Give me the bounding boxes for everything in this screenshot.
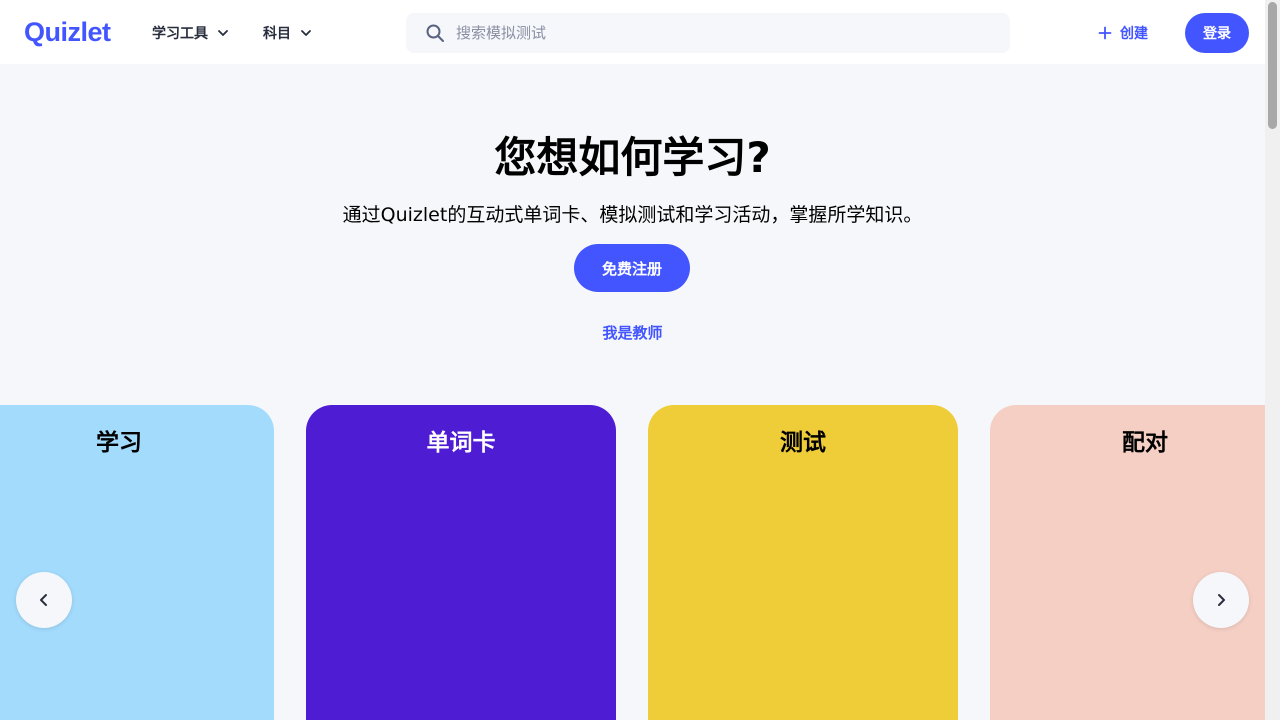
card-learn[interactable]: 学习	[0, 405, 274, 720]
card-match[interactable]: 配对	[990, 405, 1280, 720]
nav-study-tools-label: 学习工具	[152, 26, 208, 42]
plus-icon	[1098, 26, 1112, 40]
card-flashcards[interactable]: 单词卡	[306, 405, 616, 720]
nav-subjects-label: 科目	[263, 26, 291, 42]
top-navigation: Quizlet 学习工具 科目 创建	[0, 0, 1265, 64]
carousel-next-button[interactable]	[1193, 572, 1249, 628]
search-icon	[426, 24, 444, 42]
vertical-scrollbar[interactable]	[1265, 0, 1280, 720]
search-bar[interactable]	[406, 13, 1010, 53]
page: Quizlet 学习工具 科目 创建	[0, 0, 1280, 720]
hero-title: 您想如何学习?	[494, 133, 771, 182]
quizlet-logo[interactable]: Quizlet	[24, 14, 111, 50]
nav-subjects[interactable]: 科目	[263, 20, 313, 46]
create-button[interactable]: 创建	[1098, 20, 1148, 46]
card-match-label: 配对	[1122, 430, 1168, 456]
card-learn-label: 学习	[96, 430, 142, 456]
card-test-label: 测试	[780, 430, 826, 456]
teacher-link[interactable]: 我是教师	[0, 320, 1265, 346]
chevron-down-icon	[301, 30, 311, 36]
create-label: 创建	[1120, 26, 1148, 42]
chevron-down-icon	[218, 30, 228, 36]
free-signup-button[interactable]: 免费注册	[574, 244, 690, 292]
chevron-left-icon	[40, 594, 47, 606]
login-button[interactable]: 登录	[1185, 13, 1249, 53]
nav-study-tools[interactable]: 学习工具	[152, 20, 230, 46]
card-flashcards-label: 单词卡	[426, 430, 496, 456]
carousel-prev-button[interactable]	[16, 572, 72, 628]
hero-subtitle: 通过Quizlet的互动式单词卡、模拟测试和学习活动，掌握所学知识。	[342, 204, 923, 226]
card-test[interactable]: 测试	[648, 405, 958, 720]
chevron-right-icon	[1218, 594, 1225, 606]
search-input[interactable]	[456, 13, 996, 53]
scrollbar-thumb[interactable]	[1268, 2, 1277, 129]
